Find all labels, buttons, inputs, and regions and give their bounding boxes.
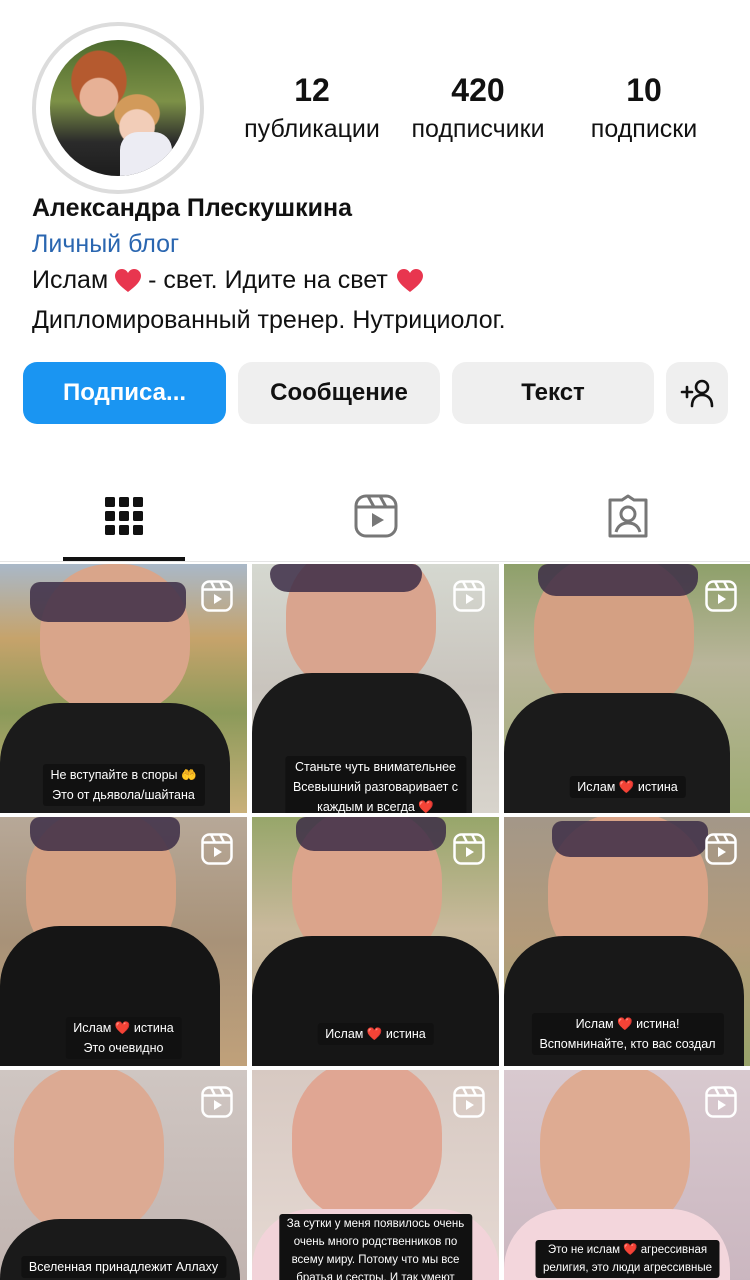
- caption-line: Всевышний разговаривает с: [292, 780, 459, 794]
- post-caption: Ислам ❤️ истина: [569, 776, 686, 798]
- post-caption: Ислам ❤️ истина Это очевидно: [65, 1017, 182, 1059]
- bio-line-1-part-b: - свет. Идите на свет: [148, 266, 388, 294]
- avatar-photo: [50, 40, 186, 176]
- caption-line: Не вступайте в споры 🤲: [50, 768, 197, 782]
- heart-icon: [115, 268, 142, 292]
- bio-line-2: Дипломированный тренер. Нутрициолог.: [32, 306, 506, 334]
- reels-icon: [705, 580, 737, 612]
- stat-followers-value: 420: [451, 72, 505, 108]
- bio-line-1-part-a: Ислам: [32, 266, 109, 294]
- post-tile[interactable]: Это не ислам ❤️ агрессивная религия, это…: [504, 1070, 750, 1280]
- caption-line: братья и сестры. И так умеют: [296, 1272, 455, 1280]
- stat-following[interactable]: 10 подписки: [566, 70, 722, 148]
- tab-reels[interactable]: [314, 470, 438, 562]
- posts-grid: Не вступайте в споры 🤲 Это от дьявола/ша…: [0, 564, 750, 1280]
- reels-icon: [705, 833, 737, 865]
- reels-icon: [705, 1086, 737, 1118]
- post-tile[interactable]: Ислам ❤️ истина Это очевидно: [0, 817, 247, 1066]
- caption-line: Ислам ❤️ истина: [577, 780, 678, 794]
- tab-posts[interactable]: [62, 470, 186, 562]
- text-button[interactable]: Текст: [452, 362, 654, 424]
- caption-line: За сутки у меня появилось очень: [286, 1218, 465, 1230]
- add-person-icon: [680, 379, 714, 408]
- post-caption: Ислам ❤️ истина! Вспомнинайте, кто вас с…: [531, 1013, 724, 1055]
- stat-followers-label: подписчики: [411, 115, 545, 143]
- post-tile[interactable]: Вселенная принадлежит Аллаху: [0, 1070, 247, 1280]
- caption-line: Вспомнинайте, кто вас создал: [539, 1037, 716, 1051]
- profile-stats: 12 публикации 420 подписчики 10 подписки: [232, 70, 724, 160]
- caption-line: Ислам ❤️ истина: [73, 1021, 174, 1035]
- post-tile[interactable]: Станьте чуть внимательнее Всевышний разг…: [252, 564, 499, 813]
- reels-icon: [201, 580, 233, 612]
- post-tile[interactable]: Ислам ❤️ истина: [504, 564, 750, 813]
- bio-line-1: Ислам - свет. Идите на свет: [32, 266, 424, 295]
- stat-following-label: подписки: [590, 115, 698, 143]
- grid-icon: [105, 497, 143, 535]
- stat-posts-value: 12: [294, 72, 330, 108]
- post-caption: Ислам ❤️ истина: [317, 1023, 434, 1045]
- post-caption: За сутки у меня появилось очень очень мн…: [278, 1214, 473, 1280]
- post-tile[interactable]: Ислам ❤️ истина! Вспомнинайте, кто вас с…: [504, 817, 750, 1066]
- stat-followers[interactable]: 420 подписчики: [400, 70, 556, 148]
- profile-name: Александра Плескушкина: [32, 194, 353, 222]
- post-tile[interactable]: Не вступайте в споры 🤲 Это от дьявола/ша…: [0, 564, 247, 813]
- tagged-icon: [608, 494, 648, 538]
- post-caption: Это не ислам ❤️ агрессивная религия, это…: [535, 1240, 720, 1278]
- caption-line: очень много родственников по: [293, 1236, 458, 1248]
- post-caption: Вселенная принадлежит Аллаху: [20, 1256, 227, 1278]
- reels-icon: [453, 580, 485, 612]
- caption-line: Это от дьявола/шайтана: [52, 788, 195, 802]
- avatar[interactable]: [32, 22, 204, 194]
- caption-line: Ислам ❤️ истина: [325, 1027, 426, 1041]
- caption-line: каждым и всегда ❤️: [317, 800, 434, 813]
- caption-line: Станьте чуть внимательнее: [294, 760, 457, 774]
- tab-tagged[interactable]: [566, 470, 690, 562]
- caption-line: Это очевидно: [83, 1041, 164, 1055]
- following-button[interactable]: Подписа...: [23, 362, 226, 424]
- caption-line: всему миру. Потому что мы все: [291, 1254, 460, 1266]
- post-caption: Не вступайте в споры 🤲 Это от дьявола/ша…: [42, 764, 205, 806]
- profile-category[interactable]: Личный блог: [32, 230, 179, 259]
- caption-line: Это не ислам ❤️ агрессивная: [547, 1244, 708, 1256]
- caption-line: Ислам ❤️ истина!: [575, 1017, 680, 1031]
- stat-posts[interactable]: 12 публикации: [234, 70, 390, 148]
- post-caption: Станьте чуть внимательнее Всевышний разг…: [284, 756, 467, 813]
- reels-icon: [453, 833, 485, 865]
- reels-icon: [354, 494, 398, 538]
- post-tile[interactable]: За сутки у меня появилось очень очень мн…: [252, 1070, 499, 1280]
- caption-line: религия, это люди агрессивные: [543, 1262, 712, 1274]
- post-tile[interactable]: Ислам ❤️ истина: [252, 817, 499, 1066]
- message-button[interactable]: Сообщение: [238, 362, 440, 424]
- reels-icon: [201, 833, 233, 865]
- caption-line: Вселенная принадлежит Аллаху: [28, 1260, 219, 1274]
- profile-tabs: [0, 470, 750, 562]
- stat-following-value: 10: [626, 72, 662, 108]
- add-person-button[interactable]: [666, 362, 728, 424]
- reels-icon: [453, 1086, 485, 1118]
- reels-icon: [201, 1086, 233, 1118]
- stat-posts-label: публикации: [244, 115, 380, 143]
- active-tab-indicator: [63, 557, 185, 561]
- heart-icon: [396, 268, 423, 292]
